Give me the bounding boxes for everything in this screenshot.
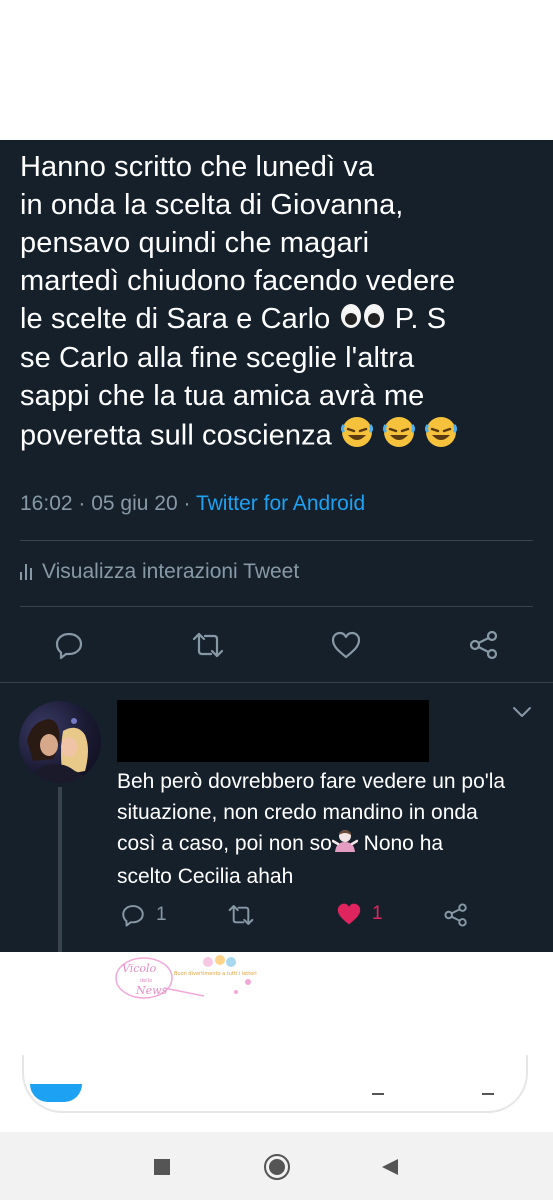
- tweet-line-text: P. S: [394, 303, 447, 335]
- tweet-line-text: poveretta sull coscienza: [20, 420, 332, 452]
- meta-separator: ·: [78, 492, 92, 515]
- retweet-icon: [192, 632, 224, 658]
- reply-compose-card: [22, 1055, 528, 1113]
- share-button[interactable]: [467, 628, 501, 662]
- person-shrugging-emoji-icon: [331, 828, 359, 861]
- tweet-line: se Carlo alla fine sceglie l'altra: [20, 342, 415, 375]
- like-count: 1: [372, 903, 383, 924]
- tweet-line-5: le scelte di Sara e Carlo P. S: [20, 300, 540, 339]
- watermark-logo: Vicolo delle News Buon divertimento a tu…: [112, 952, 262, 1004]
- recents-button[interactable]: [147, 1152, 177, 1182]
- back-button[interactable]: [375, 1152, 405, 1182]
- retweet-icon: [228, 905, 254, 925]
- reply-reply-button[interactable]: 1: [120, 902, 167, 928]
- reply-share-button[interactable]: [443, 902, 469, 928]
- back-triangle-icon: [382, 1159, 398, 1175]
- retweet-button[interactable]: [191, 628, 225, 662]
- more-options-button[interactable]: [510, 703, 534, 721]
- top-blank-area: [0, 0, 553, 140]
- reply-icon: [122, 905, 144, 927]
- view-interactions-link[interactable]: Visualizza interazioni Tweet: [20, 560, 299, 584]
- reply-line: scelto Cecilia ahah: [117, 865, 294, 888]
- tweet-line: Hanno scritto che lunedì va: [20, 151, 375, 183]
- share-icon: [469, 630, 498, 660]
- divider: [20, 540, 533, 541]
- tweet-line: pensavo quindi che magari: [20, 227, 370, 259]
- share-icon: [444, 903, 467, 927]
- home-button[interactable]: [262, 1152, 292, 1182]
- home-circle-icon: [264, 1154, 290, 1180]
- reply-icon: [55, 632, 83, 660]
- reply-line-text: così a caso, poi non so: [117, 832, 332, 856]
- tweet-meta: 16:02 · 05 giu 20 · Twitter for Android: [20, 492, 365, 516]
- view-interactions-label: Visualizza interazioni Tweet: [42, 560, 300, 583]
- reply-count: 1: [156, 904, 167, 925]
- laughing-emoji-icon: [340, 415, 460, 459]
- reply-line-text: Nono ha: [363, 832, 444, 856]
- tweet-time: 16:02: [20, 492, 73, 515]
- like-button[interactable]: [329, 628, 363, 662]
- toolbar-dash: [372, 1093, 384, 1095]
- watermark-text: Buon divertimento a tutti i lettori: [174, 971, 257, 977]
- tweet-line-9: poveretta sull coscienza: [20, 415, 540, 459]
- reply-text: Beh però dovrebbero fare vedere un po'la…: [117, 766, 517, 892]
- tweet-text: Hanno scritto che lunedì va in onda la s…: [20, 148, 540, 459]
- tweet-line: sappi che la tua amica avrà me: [20, 380, 425, 413]
- divider: [20, 606, 533, 607]
- chevron-down-icon: [513, 707, 531, 717]
- reply-button[interactable]: [52, 628, 86, 662]
- watermark-text: News: [135, 984, 168, 997]
- watermark-text: Vicolo: [122, 962, 157, 975]
- tweet-line: in onda la scelta di Giovanna,: [20, 189, 404, 221]
- square-icon: [154, 1159, 170, 1175]
- redacted-username: [117, 700, 429, 762]
- reply-retweet-button[interactable]: [227, 902, 255, 928]
- tweet-line-text: le scelte di Sara e Carlo: [20, 303, 331, 335]
- meta-separator: ·: [183, 492, 196, 515]
- thread-line: [58, 787, 62, 952]
- heart-icon: [331, 631, 361, 659]
- avatar[interactable]: [19, 701, 101, 783]
- heart-filled-icon: [337, 903, 361, 925]
- toolbar-dash: [482, 1093, 494, 1095]
- reply-line: Beh però dovrebbero fare vedere un po'la: [117, 770, 506, 793]
- reply-line: situazione, non credo mandino in onda: [117, 801, 478, 824]
- eyes-emoji-icon: [339, 301, 387, 339]
- tweet-line: martedì chiudono facendo vedere: [20, 265, 456, 297]
- tweet-date: 05 giu 20: [91, 492, 178, 515]
- reply-line-3: così a caso, poi non so Nono ha: [117, 828, 517, 861]
- analytics-icon: [20, 564, 32, 580]
- tweet-source-link[interactable]: Twitter for Android: [196, 492, 365, 515]
- reply-like-button[interactable]: 1: [336, 902, 383, 926]
- divider: [0, 682, 553, 683]
